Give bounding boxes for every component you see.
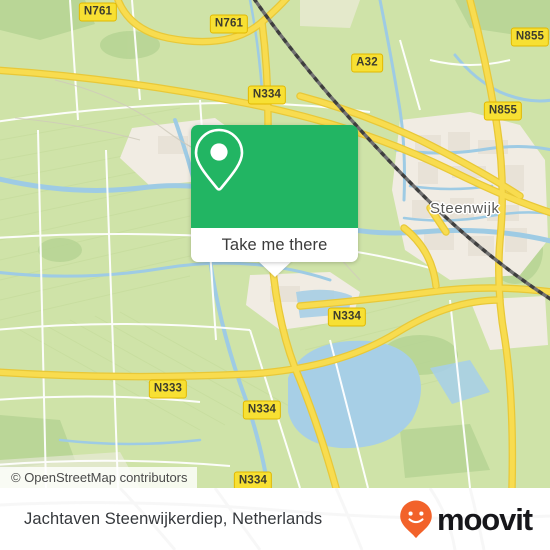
location-title: Jachtaven Steenwijkerdiep, Netherlands — [24, 509, 323, 528]
moovit-pin-icon — [400, 500, 432, 538]
popup-pointer-tail — [258, 261, 292, 277]
take-me-there-label: Take me there — [221, 235, 328, 254]
osm-attribution[interactable]: © OpenStreetMap contributors — [0, 467, 197, 488]
popup-header — [191, 125, 358, 228]
road-shield-n334-d: N334 — [233, 471, 273, 488]
road-shield-n333: N333 — [148, 379, 188, 399]
road-shield-a32: A32 — [351, 53, 383, 73]
road-shield-n761-b: N761 — [209, 14, 249, 34]
location-pin-icon — [194, 128, 244, 191]
road-shield-n334-a: N334 — [247, 85, 287, 105]
footer-bar: Jachtaven Steenwijkerdiep, Netherlands m… — [0, 488, 550, 550]
osm-attribution-text: © OpenStreetMap contributors — [11, 470, 188, 485]
road-shield-n761-a: N761 — [78, 2, 118, 22]
destination-popup[interactable]: Take me there — [191, 125, 358, 262]
road-shield-n334-b: N334 — [327, 307, 367, 327]
road-shield-n855-a: N855 — [510, 27, 550, 47]
popup-action-bar[interactable]: Take me there — [191, 228, 358, 262]
road-shield-n334-c: N334 — [242, 400, 282, 420]
moovit-wordmark: moovit — [436, 501, 533, 537]
moovit-logo[interactable]: moovit — [399, 499, 533, 539]
road-shield-n855-b: N855 — [483, 101, 523, 121]
map-screenshot: Steenwijk N761 N761 A32 N855 N334 N855 N… — [0, 0, 550, 550]
map-canvas[interactable]: Steenwijk N761 N761 A32 N855 N334 N855 N… — [0, 0, 550, 488]
